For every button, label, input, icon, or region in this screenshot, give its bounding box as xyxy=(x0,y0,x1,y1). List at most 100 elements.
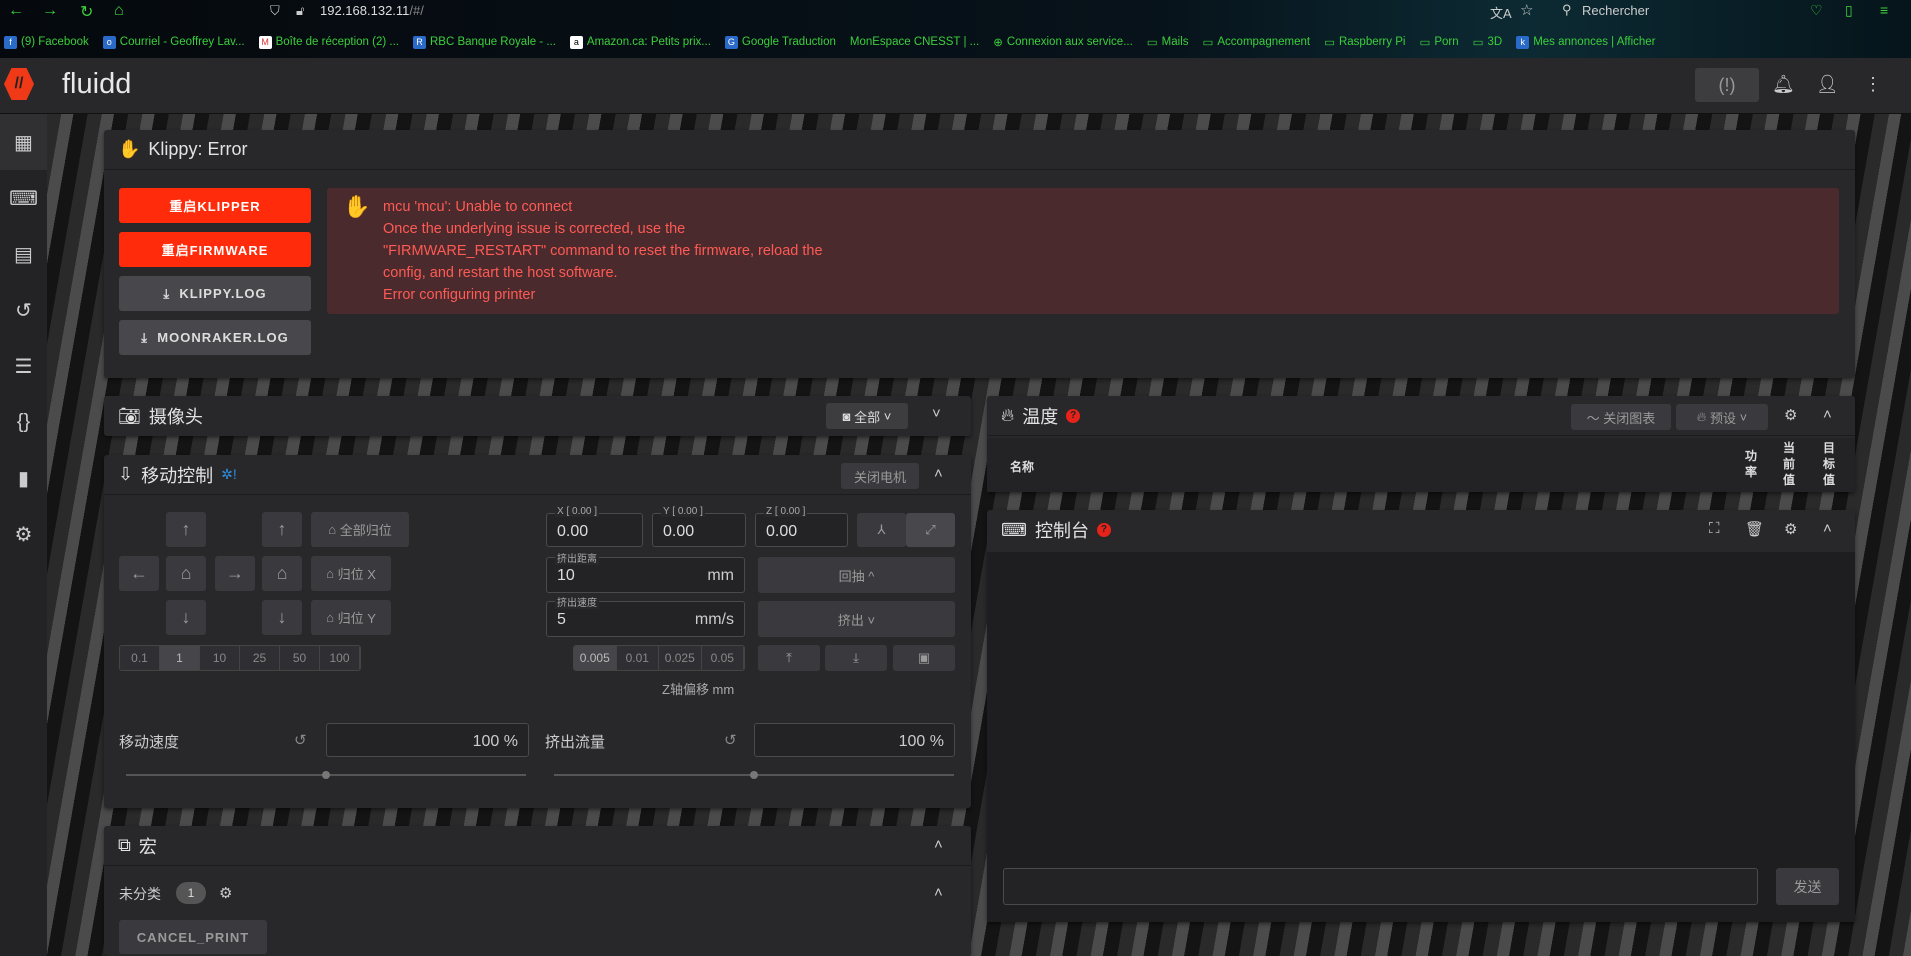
step-option[interactable]: 0.05 xyxy=(701,646,744,670)
gear-icon[interactable]: ⚙ xyxy=(1784,520,1797,538)
more-vert-icon[interactable]: ⋮ xyxy=(1864,74,1882,95)
help-icon[interactable]: ? xyxy=(1066,408,1081,423)
history-icon[interactable]: ↺ xyxy=(0,282,47,338)
home-z-button[interactable]: ⌂ xyxy=(262,556,302,591)
jog-x-minus-button[interactable]: ← xyxy=(119,556,159,591)
star-icon[interactable]: ☆ xyxy=(1520,1,1533,19)
jobs-icon[interactable]: ▤ xyxy=(0,226,47,282)
slider-thumb[interactable] xyxy=(322,771,330,779)
moonraker-log-button[interactable]: ⤓ MOONRAKER.LOG xyxy=(119,320,311,355)
bookmark-folder[interactable]: ▭ 3D xyxy=(1473,35,1503,49)
bookmark-folder[interactable]: ▭ Raspberry Pi xyxy=(1324,35,1405,49)
jog-y-plus-button[interactable]: ↑ xyxy=(166,512,206,547)
extrude-speed-field[interactable]: 挤出速度 5 mm/s xyxy=(546,594,745,637)
jog-x-plus-button[interactable]: → xyxy=(215,556,255,591)
step-option[interactable]: 50 xyxy=(280,646,320,670)
back-icon[interactable]: ← xyxy=(8,2,24,20)
z-offset-up-icon[interactable]: ⤒ xyxy=(758,645,820,671)
restart-klipper-button[interactable]: 重启KLIPPER xyxy=(119,188,311,223)
fluidd-logo[interactable]: // xyxy=(4,68,34,100)
extrude-button[interactable]: 挤出 ˅ xyxy=(758,601,955,637)
bell-icon[interactable]: 🔔︎ xyxy=(1772,74,1795,95)
fullscreen-icon[interactable]: ⛶ xyxy=(1709,520,1720,537)
chevron-up-icon[interactable]: ˄ xyxy=(934,884,943,901)
help-icon[interactable]: ? xyxy=(1096,523,1111,537)
bookmark[interactable]: ⊕ Connexion aux service... xyxy=(993,35,1133,49)
bookmark[interactable]: o Courriel - Geoffrey Lav... xyxy=(102,35,245,49)
speed-slider[interactable] xyxy=(126,771,526,779)
z-offset-down-icon[interactable]: ⤓ xyxy=(825,645,887,671)
chevron-down-icon[interactable]: ˅ xyxy=(932,405,941,422)
flow-factor-field[interactable]: 100 % xyxy=(754,723,955,757)
emergency-stop-button[interactable]: (!) xyxy=(1695,68,1759,102)
bookmark-folder[interactable]: ▭ Porn xyxy=(1419,35,1458,49)
camera-select[interactable]: ◙ 全部 ˅ xyxy=(826,403,908,429)
forward-icon[interactable]: → xyxy=(42,2,58,20)
klippy-log-button[interactable]: ⤓ KLIPPY.LOG xyxy=(119,276,311,311)
bookmark[interactable]: f (9) Facebook xyxy=(4,35,89,49)
bookmark-folder[interactable]: ▭ Mails xyxy=(1147,35,1189,49)
bookmark[interactable]: a Amazon.ca: Petits prix... xyxy=(569,35,711,49)
step-option[interactable]: 0.1 xyxy=(120,646,160,670)
url-bar[interactable]: 192.168.132.11/#/ xyxy=(320,3,424,18)
restart-firmware-button[interactable]: 重启FIRMWARE xyxy=(119,232,311,267)
console-input[interactable] xyxy=(1003,868,1758,905)
presets-button[interactable]: 🔥︎ 预设 ˅ xyxy=(1676,404,1768,430)
extrude-length-field[interactable]: 挤出距离 10 mm xyxy=(546,550,745,593)
bookmark[interactable]: k Mes annonces | Afficher xyxy=(1516,35,1656,49)
step-option[interactable]: 0.025 xyxy=(659,646,702,670)
user-icon[interactable]: 👤︎ xyxy=(1816,74,1839,95)
browser-search[interactable]: Rechercher xyxy=(1582,3,1649,18)
home-all-button[interactable]: ⌂ 全部归位 xyxy=(311,512,409,547)
translate-icon[interactable]: 文A xyxy=(1490,3,1512,22)
jog-z-minus-button[interactable]: ↓ xyxy=(262,600,302,635)
jog-y-minus-button[interactable]: ↓ xyxy=(166,600,206,635)
menu-icon[interactable]: ≡ xyxy=(1880,2,1888,18)
x-position-field[interactable]: X [ 0.00 ] 0.00 xyxy=(546,506,643,547)
home-xy-button[interactable]: ⌂ xyxy=(166,556,206,591)
tune-icon[interactable]: ☰ xyxy=(0,338,47,394)
chevron-up-icon[interactable]: ˄ xyxy=(934,465,943,482)
hide-chart-button[interactable]: 〜 关闭图表 xyxy=(1571,404,1671,430)
trash-icon[interactable]: 🗑︎ xyxy=(1745,520,1764,538)
bookmark-folder[interactable]: ▭ Accompagnement xyxy=(1203,35,1311,49)
step-option[interactable]: 0.01 xyxy=(616,646,659,670)
step-option[interactable]: 10 xyxy=(200,646,240,670)
system-icon[interactable]: ▮ xyxy=(0,450,47,506)
extension-icon[interactable]: ▯ xyxy=(1845,2,1853,19)
chevron-up-icon[interactable]: ˄ xyxy=(1823,406,1832,423)
step-option[interactable]: 1 xyxy=(160,646,200,670)
bookmark[interactable]: G Google Traduction xyxy=(724,35,836,49)
z-position-field[interactable]: Z [ 0.00 ] 0.00 xyxy=(755,506,848,547)
config-icon[interactable]: {} xyxy=(0,394,47,450)
bookmark[interactable]: R RBC Banque Royale - ... xyxy=(412,35,556,49)
send-button[interactable]: 发送 xyxy=(1776,868,1839,905)
home-icon[interactable]: ⌂ xyxy=(114,2,124,20)
home-x-button[interactable]: ⌂ 归位 X xyxy=(311,556,391,591)
gear-icon[interactable]: ⚙ xyxy=(1784,406,1797,424)
home-y-button[interactable]: ⌂ 归位 Y xyxy=(311,600,391,635)
dashboard-icon[interactable]: ▦ xyxy=(0,114,47,170)
jog-z-plus-button[interactable]: ↑ xyxy=(262,512,302,547)
reload-icon[interactable]: ↻ xyxy=(80,2,93,22)
bookmark[interactable]: MonEspace CNESST | ... xyxy=(850,35,979,49)
slider-thumb[interactable] xyxy=(750,771,758,779)
settings-icon[interactable]: ⚙ xyxy=(0,506,47,562)
step-option[interactable]: 25 xyxy=(240,646,280,670)
chevron-up-icon[interactable]: ˄ xyxy=(1823,520,1832,537)
step-option[interactable]: 100 xyxy=(320,646,360,670)
retract-button[interactable]: 回抽 ^ xyxy=(758,557,955,593)
reset-icon[interactable]: ↺ xyxy=(294,731,307,749)
bookmark[interactable]: M Boîte de réception (2) ... xyxy=(258,35,399,49)
y-position-field[interactable]: Y [ 0.00 ] 0.00 xyxy=(652,506,746,547)
motors-off-button[interactable]: 关闭电机 xyxy=(841,463,919,489)
absolute-mode-icon[interactable]: ⅄ xyxy=(857,513,906,547)
save-icon[interactable]: ▣ xyxy=(893,645,955,671)
macro-button[interactable]: CANCEL_PRINT xyxy=(119,920,267,954)
relative-mode-icon[interactable]: ⤢ xyxy=(906,513,955,547)
gear-icon[interactable]: ⚙ xyxy=(219,884,232,902)
step-option[interactable]: 0.005 xyxy=(574,646,617,670)
speed-factor-field[interactable]: 100 % xyxy=(326,723,529,757)
reset-icon[interactable]: ↺ xyxy=(724,731,737,749)
flow-slider[interactable] xyxy=(554,771,954,779)
